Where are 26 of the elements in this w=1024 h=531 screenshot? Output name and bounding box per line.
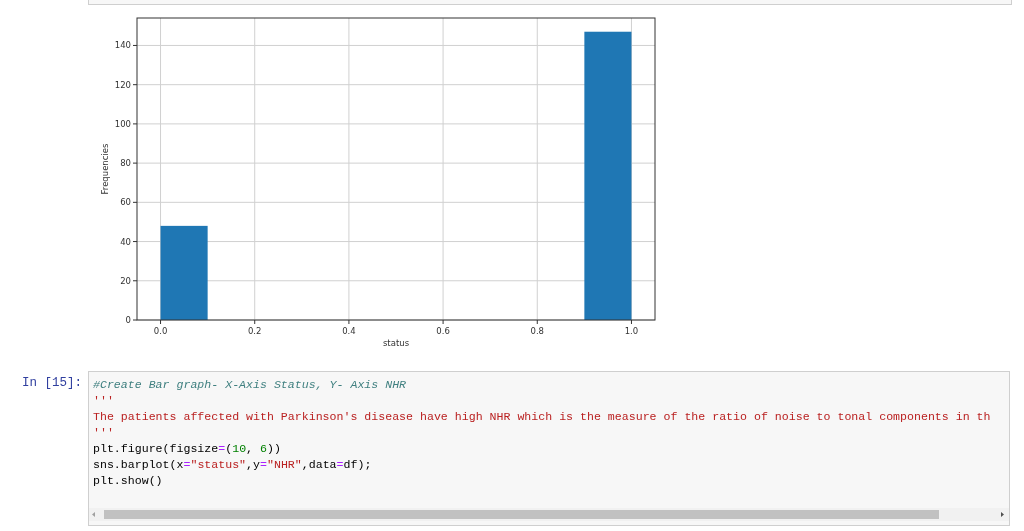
y-tick-label: 20 <box>120 275 131 286</box>
x-axis-label: status <box>382 338 410 348</box>
code-line: plt.figure(figsize=(10, 6)) <box>93 441 282 457</box>
x-tick-label: 0.4 <box>342 326 356 336</box>
x-tick-label: 0.0 <box>153 326 168 336</box>
y-tick-label: 120 <box>114 79 131 90</box>
cell-prompt: In [15]: <box>21 375 83 392</box>
y-tick-label: 60 <box>120 197 131 208</box>
y-tick-label: 40 <box>120 236 131 247</box>
horizontal-scrollbar[interactable] <box>89 508 1009 521</box>
code-line: ''' <box>93 393 115 409</box>
y-axis-label: Frequencies <box>100 143 110 195</box>
code-line: plt.show() <box>93 473 164 489</box>
code-line: The patients affected with Parkinson's disease have high NHR which is the measure of the ratio of noise to tonal components in th <box>93 409 992 425</box>
code-cell[interactable] <box>88 371 1010 526</box>
x-tick-label: 0.6 <box>436 326 450 336</box>
code-line: #Create Bar graph- X-Axis Status, Y- Axis NHR <box>93 377 408 393</box>
x-tick-label: 1.0 <box>624 326 639 336</box>
y-tick-label: 100 <box>114 118 131 129</box>
y-tick-label: 0 <box>125 315 131 325</box>
x-tick-label: 0.8 <box>530 326 545 336</box>
y-tick-label: 140 <box>114 40 131 51</box>
y-tick-label: 80 <box>120 158 131 169</box>
code-line: ''' <box>93 425 115 441</box>
code-line: sns.barplot(x="status",y="NHR",data=df); <box>93 457 373 473</box>
x-tick-label: 0.2 <box>247 326 262 336</box>
